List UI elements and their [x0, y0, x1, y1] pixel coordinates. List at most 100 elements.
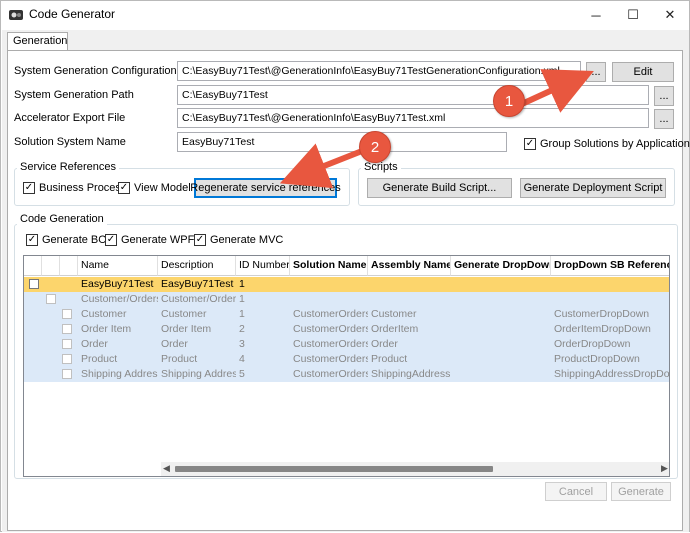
export-file-input[interactable]: C:\EasyBuy71Test\@GenerationInfo\EasyBuy… — [177, 108, 649, 128]
callout-badge-1: 1 — [493, 85, 525, 117]
edit-button[interactable]: Edit — [612, 62, 674, 82]
cell-name: Customer — [81, 308, 127, 320]
table-row[interactable]: Product Product 4 CustomerOrders Product… — [24, 352, 669, 367]
cell-description: Customer/Orders — [161, 293, 236, 305]
row-checkbox[interactable] — [62, 354, 72, 364]
row-checkbox[interactable] — [62, 339, 72, 349]
cell-id: 3 — [239, 338, 245, 350]
generation-tree-grid[interactable]: Name Description ID Number Solution Name… — [23, 255, 670, 477]
column-header-assembly-name[interactable]: Assembly Name — [368, 256, 451, 276]
scroll-left-icon[interactable]: ◀ — [163, 463, 170, 474]
regenerate-service-references-button[interactable]: Regenerate service references — [190, 178, 341, 198]
cell-name: Customer/Orders — [81, 293, 158, 305]
column-header-expander — [24, 256, 42, 276]
table-row[interactable]: Shipping Address Shipping Address 5 Cust… — [24, 367, 669, 382]
generate-build-script-button[interactable]: Generate Build Script... — [367, 178, 512, 198]
generate-bos-label: Generate BOS — [42, 234, 115, 246]
row-checkbox[interactable] — [62, 309, 72, 319]
service-references-title: Service References — [17, 161, 119, 173]
solution-name-input[interactable]: EasyBuy71Test — [177, 132, 507, 152]
view-model-label: View Model — [134, 182, 191, 194]
cell-assembly: ShippingAddress — [371, 368, 451, 380]
export-browse-button[interactable]: ... — [654, 109, 674, 129]
generation-path-label: System Generation Path — [14, 89, 134, 101]
business-process-checkbox[interactable]: ✓ — [23, 182, 35, 194]
table-row[interactable]: Customer/Orders Customer/Orders 1 — [24, 292, 669, 307]
group-solutions-label: Group Solutions by Application — [540, 138, 690, 150]
generate-wpf-label: Generate WPF — [121, 234, 195, 246]
cell-assembly: Product — [371, 353, 408, 365]
title-bar: Code Generator ─ ☐ ✕ — [1, 1, 689, 29]
export-file-label: Accelerator Export File — [14, 112, 126, 124]
generate-deployment-script-button[interactable]: Generate Deployment Script — [520, 178, 666, 198]
cell-solution: CustomerOrders — [293, 308, 368, 320]
cell-assembly: OrderItem — [371, 323, 419, 335]
cell-solution: CustomerOrders — [293, 368, 368, 380]
scripts-title: Scripts — [361, 161, 401, 173]
row-checkbox[interactable] — [29, 279, 39, 289]
generate-button[interactable]: Generate — [611, 482, 671, 501]
cell-description: Order Item — [161, 323, 212, 335]
row-checkbox[interactable] — [46, 294, 56, 304]
cell-id: 2 — [239, 323, 245, 335]
table-row[interactable]: Order Item Order Item 2 CustomerOrders O… — [24, 322, 669, 337]
view-model-checkbox[interactable]: ✓ — [118, 182, 130, 194]
cell-id: 1 — [239, 308, 245, 320]
cell-assembly: Order — [371, 338, 398, 350]
table-row[interactable]: Customer Customer 1 CustomerOrders Custo… — [24, 307, 669, 322]
generate-bos-checkbox[interactable]: ✓ — [26, 234, 38, 246]
config-browse-button[interactable]: ... — [586, 62, 606, 82]
generation-path-input[interactable]: C:\EasyBuy71Test — [177, 85, 649, 105]
cell-description: EasyBuy71Test — [161, 278, 234, 290]
maximize-icon[interactable]: ☐ — [616, 1, 650, 29]
scrollbar-thumb[interactable] — [175, 466, 493, 472]
column-header-dropdown-sb-reference[interactable]: DropDown SB Reference — [551, 256, 669, 276]
column-header-generate-dropdown[interactable]: Generate DropDown — [451, 256, 551, 276]
cell-name: Shipping Address — [81, 368, 158, 380]
row-checkbox[interactable] — [62, 369, 72, 379]
generate-wpf-checkbox[interactable]: ✓ — [105, 234, 117, 246]
cell-description: Shipping Address — [161, 368, 236, 380]
cell-solution: CustomerOrders — [293, 338, 368, 350]
code-generation-title: Code Generation — [17, 213, 107, 225]
cell-dropdown-ref: OrderItemDropDown — [554, 323, 651, 335]
solution-name-label: Solution System Name — [14, 136, 126, 148]
cell-description: Order — [161, 338, 188, 350]
table-row[interactable]: Order Order 3 CustomerOrders Order Order… — [24, 337, 669, 352]
callout-badge-2: 2 — [359, 131, 391, 163]
generate-mvc-label: Generate MVC — [210, 234, 284, 246]
column-header-id-number[interactable]: ID Number — [236, 256, 290, 276]
cell-description: Product — [161, 353, 198, 365]
cell-solution: CustomerOrders — [293, 353, 368, 365]
path-browse-button[interactable]: ... — [654, 86, 674, 106]
code-generator-window: Code Generator ─ ☐ ✕ Generation System G… — [0, 0, 690, 532]
cell-assembly: Customer — [371, 308, 417, 320]
scroll-right-icon[interactable]: ▶ — [661, 463, 668, 474]
cell-id: 1 — [239, 293, 245, 305]
generate-mvc-checkbox[interactable]: ✓ — [194, 234, 206, 246]
column-header-check — [42, 256, 60, 276]
horizontal-scrollbar[interactable]: ◀ ▶ — [161, 462, 669, 476]
cancel-button[interactable]: Cancel — [545, 482, 607, 501]
config-file-label: System Generation Configuration File — [14, 65, 198, 77]
group-solutions-checkbox[interactable]: ✓ — [524, 138, 536, 150]
cell-dropdown-ref: OrderDropDown — [554, 338, 631, 350]
cell-id: 4 — [239, 353, 245, 365]
column-header-name[interactable]: Name — [78, 256, 158, 276]
tab-generation[interactable]: Generation — [7, 32, 68, 51]
window-title: Code Generator — [29, 7, 116, 21]
cell-id: 1 — [239, 278, 245, 290]
table-row[interactable]: EasyBuy71Test EasyBuy71Test 1 — [24, 277, 669, 292]
close-icon[interactable]: ✕ — [653, 1, 687, 29]
cell-name: Order — [81, 338, 108, 350]
cell-name: Product — [81, 353, 118, 365]
column-header-check2 — [60, 256, 78, 276]
minimize-icon[interactable]: ─ — [579, 1, 613, 29]
column-header-description[interactable]: Description — [158, 256, 236, 276]
cell-name: EasyBuy71Test — [81, 278, 154, 290]
config-file-input[interactable]: C:\EasyBuy71Test\@GenerationInfo\EasyBuy… — [177, 61, 581, 81]
row-checkbox[interactable] — [62, 324, 72, 334]
cell-id: 5 — [239, 368, 245, 380]
column-header-solution-name[interactable]: Solution Name — [290, 256, 368, 276]
cell-description: Customer — [161, 308, 207, 320]
